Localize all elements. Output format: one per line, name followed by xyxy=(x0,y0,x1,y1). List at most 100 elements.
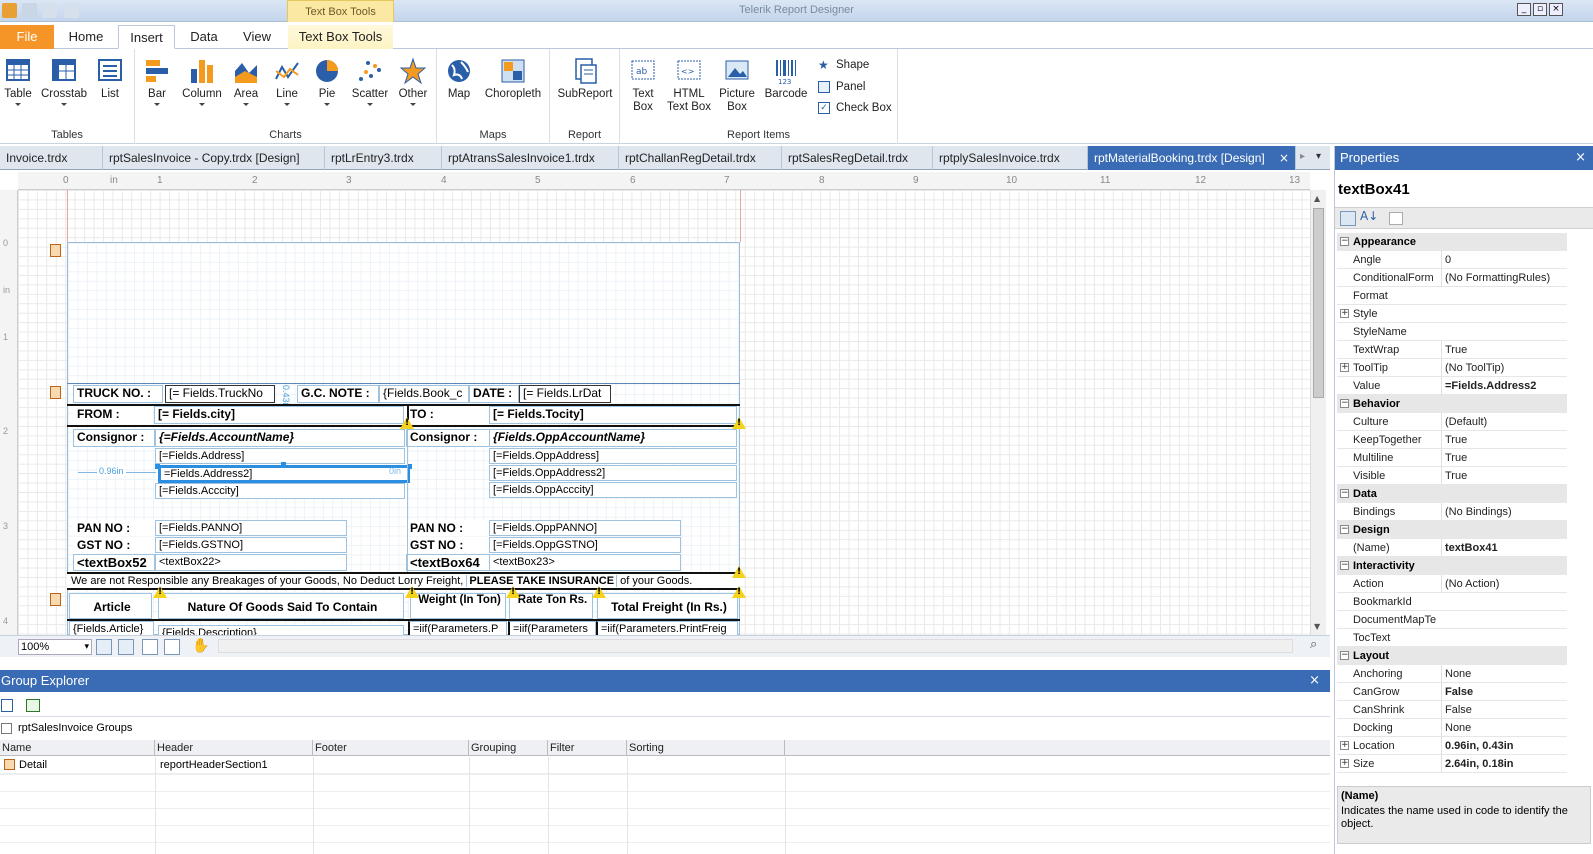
col-nature-header[interactable]: Nature Of Goods Said To Contain xyxy=(158,593,404,619)
minimize-icon[interactable]: _ xyxy=(1517,3,1531,16)
hand-icon[interactable]: ✋ xyxy=(192,638,209,654)
choropleth-button[interactable]: Choropleth xyxy=(481,57,545,101)
doc-tab-challan[interactable]: rptChallanRegDetail.trdx xyxy=(619,146,782,170)
property-value[interactable]: 0 xyxy=(1441,251,1567,269)
textbox22[interactable]: <textBox22> xyxy=(155,554,347,571)
property-row[interactable]: ConditionalForm (No FormattingRules) xyxy=(1337,269,1567,287)
warning-icon[interactable] xyxy=(506,586,520,598)
property-category[interactable]: − Data xyxy=(1337,485,1567,503)
property-row[interactable]: StyleName xyxy=(1337,323,1567,341)
property-value[interactable]: None xyxy=(1441,665,1567,683)
from-field[interactable]: [= Fields.city] xyxy=(154,406,404,424)
textbox23[interactable]: <textBox23> xyxy=(489,554,681,571)
notice-line[interactable]: We are not Responsible any Breakages of … xyxy=(67,572,740,590)
tab-list-dropdown-icon[interactable]: ▾ xyxy=(1316,151,1321,162)
sort-alpha-icon[interactable]: A↓ xyxy=(1360,209,1378,223)
snap-lines-icon[interactable] xyxy=(118,639,134,655)
detail-section-icon[interactable] xyxy=(50,593,61,606)
ruler-toggle-icon[interactable] xyxy=(164,639,180,655)
property-value[interactable]: (No Bindings) xyxy=(1441,503,1567,521)
article-field[interactable]: {Fields.Article} xyxy=(69,621,154,635)
textbox52[interactable]: <textBox52 xyxy=(73,554,155,571)
weight-field[interactable]: =iif(Parameters.P xyxy=(408,621,507,635)
date-field[interactable]: [= Fields.LrDat xyxy=(519,385,611,403)
pan2-label[interactable]: PAN NO : xyxy=(406,520,490,536)
doc-tab-atrans[interactable]: rptAtransSalesInvoice1.trdx xyxy=(442,146,619,170)
doc-tab-lrentry3[interactable]: rptLrEntry3.trdx xyxy=(325,146,442,170)
col-weight-header[interactable]: Weight (In Ton) xyxy=(410,593,506,619)
property-row[interactable]: Culture (Default) xyxy=(1337,413,1567,431)
property-row[interactable]: Format xyxy=(1337,287,1567,305)
address2-field-selected[interactable]: =Fields.Address2] xyxy=(158,465,410,483)
pan-field[interactable]: [=Fields.PANNO] xyxy=(155,520,347,536)
tab-insert[interactable]: Insert xyxy=(118,25,175,49)
property-value[interactable]: (No FormattingRules) xyxy=(1441,269,1567,287)
tab-file[interactable]: File xyxy=(0,25,54,49)
property-row[interactable]: Angle 0 xyxy=(1337,251,1567,269)
property-row[interactable]: BookmarkId xyxy=(1337,593,1567,611)
expand-icon[interactable]: + xyxy=(1340,309,1349,318)
page-icon[interactable] xyxy=(142,639,158,655)
property-row[interactable]: Visible True xyxy=(1337,467,1567,485)
doc-tab-invoice[interactable]: Invoice.trdx xyxy=(0,146,103,170)
property-category[interactable]: − Appearance xyxy=(1337,233,1567,251)
doc-tab-salesreg[interactable]: rptSalesRegDetail.trdx xyxy=(782,146,933,170)
property-value[interactable]: textBox41 xyxy=(1441,539,1567,557)
close-window-icon[interactable]: × xyxy=(1549,3,1563,16)
from-label[interactable]: FROM : xyxy=(73,406,153,424)
property-row[interactable]: + ToolTip (No ToolTip) xyxy=(1337,359,1567,377)
col-header[interactable]: Header xyxy=(155,740,313,756)
text-box-button[interactable]: ab Text Box xyxy=(624,57,662,114)
col-freight-header[interactable]: Total Freight (In Rs.) xyxy=(597,593,738,619)
gst-field[interactable]: [=Fields.GSTNO] xyxy=(155,537,347,553)
map-button[interactable]: Map xyxy=(443,57,475,101)
canvas-horizontal-scrollbar[interactable] xyxy=(218,639,1293,653)
subreport-button[interactable]: SubReport xyxy=(554,57,616,101)
area-chart-button[interactable]: Area xyxy=(230,57,262,106)
property-row[interactable]: + Location 0.96in, 0.43in xyxy=(1337,737,1567,755)
snap-grid-icon[interactable] xyxy=(96,639,112,655)
property-row[interactable]: Multiline True xyxy=(1337,449,1567,467)
col-footer[interactable]: Footer xyxy=(313,740,469,756)
warning-icon[interactable] xyxy=(732,417,746,429)
pan-label[interactable]: PAN NO : xyxy=(73,520,155,536)
expand-icon[interactable]: + xyxy=(1340,759,1349,768)
refresh-icon[interactable] xyxy=(26,699,40,712)
tab-scroll-right-icon[interactable]: ▸ xyxy=(1300,151,1305,162)
collapse-icon[interactable]: − xyxy=(1340,489,1349,498)
consignor2-label[interactable]: Consignor : xyxy=(406,429,490,447)
property-value[interactable]: 0.96in, 0.43in xyxy=(1441,737,1567,755)
warning-icon[interactable] xyxy=(732,586,746,598)
property-row[interactable]: Bindings (No Bindings) xyxy=(1337,503,1567,521)
line-chart-button[interactable]: Line xyxy=(271,57,303,106)
property-row[interactable]: TocText xyxy=(1337,629,1567,647)
page-header-section-icon[interactable] xyxy=(50,244,61,257)
scroll-up-icon[interactable]: ▲ xyxy=(1314,194,1320,203)
doc-tab-salesinvoice-copy[interactable]: rptSalesInvoice - Copy.trdx [Design] xyxy=(103,146,325,170)
property-row[interactable]: Action (No Action) xyxy=(1337,575,1567,593)
zoom-icon[interactable]: ⌕ xyxy=(1310,637,1317,652)
col-sorting[interactable]: Sorting xyxy=(627,740,785,756)
truck-no-field[interactable]: [= Fields.TruckNo xyxy=(165,385,275,403)
to-label[interactable]: TO : xyxy=(406,406,490,424)
property-row[interactable]: TextWrap True xyxy=(1337,341,1567,359)
property-value[interactable]: True xyxy=(1441,449,1567,467)
panel-button[interactable]: Panel xyxy=(818,78,865,96)
to-field[interactable]: [= Fields.Tocity] xyxy=(489,406,737,424)
check-box-button[interactable]: ✓ Check Box xyxy=(818,99,892,117)
column-chart-button[interactable]: Column xyxy=(179,57,225,106)
col-rate-header[interactable]: Rate Ton Rs. xyxy=(509,593,593,619)
property-row[interactable]: (Name) textBox41 xyxy=(1337,539,1567,557)
resize-handle[interactable] xyxy=(155,464,160,469)
pie-chart-button[interactable]: Pie xyxy=(311,57,343,106)
col-article-header[interactable]: Article xyxy=(69,593,152,619)
address-field[interactable]: [=Fields.Address] xyxy=(155,448,405,464)
property-row[interactable]: Anchoring None xyxy=(1337,665,1567,683)
property-pages-icon[interactable] xyxy=(1389,212,1403,225)
tab-text-box-tools[interactable]: Text Box Tools xyxy=(288,25,393,49)
other-chart-button[interactable]: Other xyxy=(395,57,431,106)
property-value[interactable]: (No Action) xyxy=(1441,575,1567,593)
design-surface[interactable]: 0 in 1 2 3 4 5 6 7 8 9 10 11 12 13 0 in … xyxy=(0,172,1310,635)
consignor-field[interactable]: {=Fields.AccountName} xyxy=(155,429,405,447)
property-row[interactable]: Docking None xyxy=(1337,719,1567,737)
